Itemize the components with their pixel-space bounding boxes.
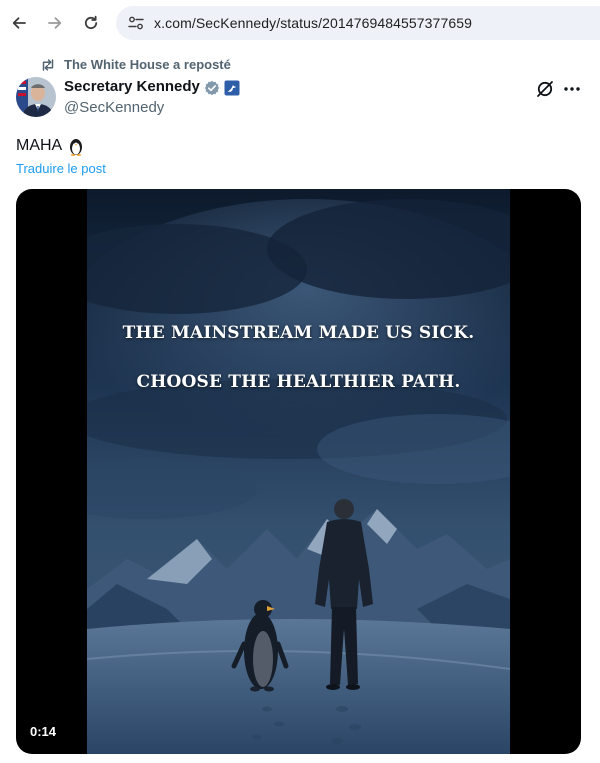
arrow-left-icon (12, 17, 26, 29)
author-name[interactable]: Secretary Kennedy (64, 78, 200, 95)
more-options-icon[interactable] (562, 79, 582, 99)
arrow-right-icon (48, 17, 62, 29)
government-affiliation-icon[interactable] (224, 80, 240, 96)
repost-icon (42, 59, 54, 71)
repost-indicator (40, 57, 56, 73)
address-bar[interactable]: x.com/SecKennedy/status/2014769484557377… (116, 6, 600, 40)
forward-button[interactable] (42, 10, 68, 36)
video-caption-line-2: CHOOSE THE HEALTHIER PATH. (136, 372, 461, 392)
translate-post-link[interactable]: Traduire le post (16, 161, 106, 176)
grok-icon[interactable] (535, 79, 555, 99)
penguin-emoji-icon (70, 139, 83, 156)
post-text: MAHA (16, 136, 86, 156)
browser-toolbar: x.com/SecKennedy/status/2014769484557377… (0, 0, 600, 46)
reload-button[interactable] (78, 10, 104, 36)
url-text[interactable]: x.com/SecKennedy/status/2014769484557377… (154, 15, 472, 31)
avatar[interactable] (16, 77, 56, 117)
back-button[interactable] (6, 10, 32, 36)
video-thumbnail (87, 189, 510, 754)
video-frame[interactable]: THE MAINSTREAM MADE US SICK. CHOOSE THE … (87, 189, 510, 754)
author-handle[interactable]: @SecKennedy (64, 99, 164, 116)
video-duration: 0:14 (30, 724, 57, 739)
reload-icon (84, 15, 98, 30)
site-settings-icon[interactable] (128, 15, 144, 31)
post-text-content: MAHA (16, 137, 63, 154)
avatar-image (16, 77, 56, 117)
repost-label[interactable]: The White House a reposté (64, 57, 231, 72)
video-player[interactable]: THE MAINSTREAM MADE US SICK. CHOOSE THE … (16, 189, 581, 754)
video-caption-line-1: THE MAINSTREAM MADE US SICK. (122, 323, 475, 343)
verified-badge-icon[interactable] (204, 80, 220, 96)
